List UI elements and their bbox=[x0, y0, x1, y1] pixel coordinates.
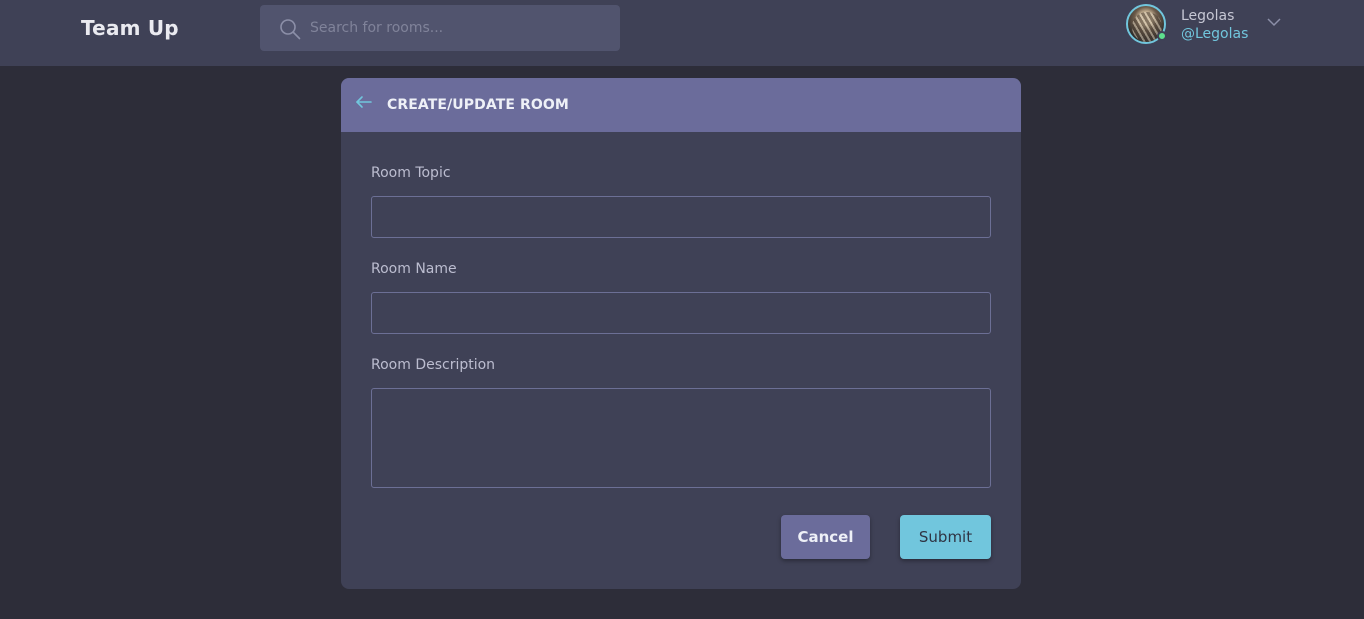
page-title: CREATE/UPDATE ROOM bbox=[387, 97, 569, 113]
room-form-card: CREATE/UPDATE ROOM Room Topic Room Name … bbox=[341, 78, 1021, 589]
cancel-button[interactable]: Cancel bbox=[781, 515, 870, 559]
chevron-down-icon[interactable] bbox=[1266, 14, 1282, 30]
arrow-left-icon[interactable] bbox=[355, 93, 373, 111]
room-description-textarea[interactable] bbox=[371, 388, 991, 488]
user-name: Legolas bbox=[1181, 8, 1235, 24]
search-input[interactable] bbox=[310, 5, 610, 51]
brand-logo[interactable]: Team Up bbox=[81, 16, 179, 40]
room-name-input[interactable] bbox=[371, 292, 991, 334]
search-icon bbox=[280, 19, 301, 40]
user-handle: @Legolas bbox=[1181, 26, 1249, 42]
room-name-label: Room Name bbox=[371, 261, 457, 277]
room-topic-label: Room Topic bbox=[371, 165, 451, 181]
submit-button[interactable]: Submit bbox=[900, 515, 991, 559]
top-navbar: Team Up Legolas @Legolas bbox=[0, 0, 1364, 66]
search-bar[interactable] bbox=[260, 5, 620, 51]
online-status-indicator bbox=[1157, 31, 1167, 41]
room-topic-input[interactable] bbox=[371, 196, 991, 238]
room-description-label: Room Description bbox=[371, 357, 496, 373]
card-header: CREATE/UPDATE ROOM bbox=[341, 78, 1021, 132]
